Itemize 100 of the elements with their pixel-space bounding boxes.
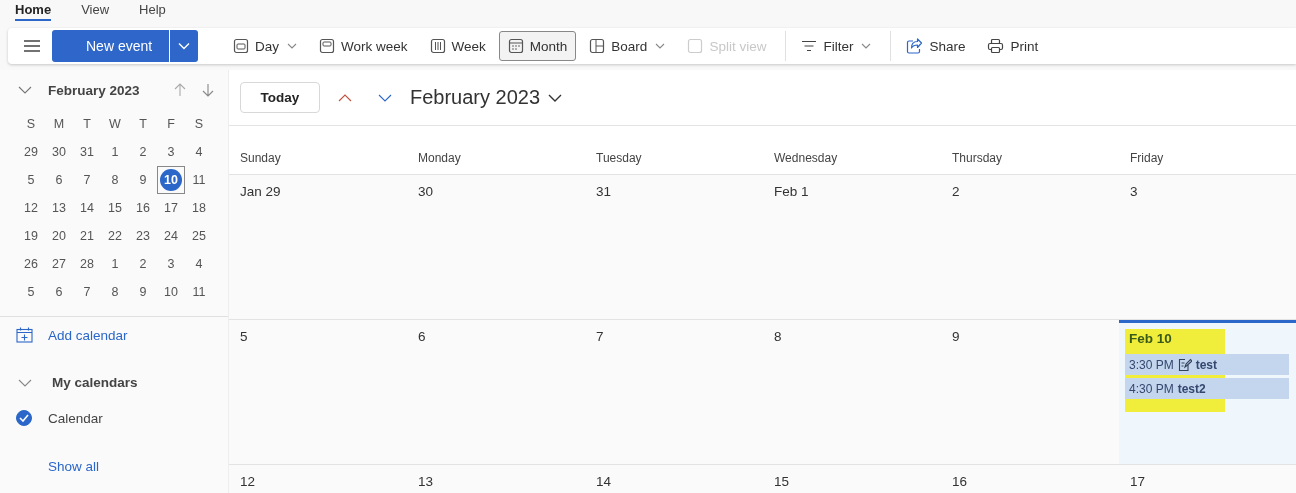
day-cell[interactable]: 12 (229, 465, 407, 493)
event-chip[interactable]: 4:30 PM test2 (1125, 378, 1289, 399)
menu-icon[interactable] (24, 40, 40, 52)
date-cell[interactable]: 8 (101, 278, 129, 306)
add-calendar-link[interactable]: Add calendar (16, 327, 128, 343)
day-cell[interactable]: 17 (1119, 465, 1296, 493)
day-cell[interactable]: 16 (941, 465, 1119, 493)
date-cell[interactable]: 3 (157, 138, 185, 166)
date-cell[interactable]: 6 (45, 278, 73, 306)
day-cell[interactable]: 2 (941, 175, 1119, 320)
weekday-label: S (193, 116, 205, 133)
date-cell[interactable]: 5 (17, 166, 45, 194)
day-cell[interactable]: 3 (1119, 175, 1296, 320)
date-cell[interactable]: 1 (101, 250, 129, 278)
weekday-label: F (166, 116, 176, 133)
date-cell[interactable]: 24 (157, 222, 185, 250)
date-cell[interactable]: 27 (45, 250, 73, 278)
date-cell[interactable]: 16 (129, 194, 157, 222)
date-cell[interactable]: 30 (45, 138, 73, 166)
date-cell[interactable]: 1 (101, 138, 129, 166)
today-button[interactable]: Today (240, 82, 320, 113)
date-label: 16 (952, 474, 969, 489)
date-cell[interactable]: 9 (129, 166, 157, 194)
chevron-up-icon[interactable] (338, 93, 352, 102)
day-cell[interactable]: 9 (941, 320, 1119, 465)
new-event-button[interactable]: New event (52, 30, 169, 62)
ribbon-tab[interactable]: Help (139, 0, 166, 21)
filter-button[interactable]: Filter (792, 31, 881, 61)
date-cell[interactable]: 11 (185, 166, 213, 194)
date-cell[interactable]: 25 (185, 222, 213, 250)
show-all-link[interactable]: Show all (48, 459, 100, 474)
day-cell[interactable]: 30 (407, 175, 585, 320)
weekday-label: M (52, 116, 66, 133)
chevron-down-icon[interactable] (378, 93, 392, 102)
date-cell[interactable]: 31 (73, 138, 101, 166)
event-chip[interactable]: 3:30 PM test (1125, 354, 1289, 375)
date-cell[interactable]: 18 (185, 194, 213, 222)
date-cell[interactable]: 2 (129, 138, 157, 166)
date-cell[interactable]: 13 (45, 194, 73, 222)
day-cell[interactable]: 31 (585, 175, 763, 320)
day-cell[interactable]: 15 (763, 465, 941, 493)
date-cell[interactable]: 9 (129, 278, 157, 306)
date-label: Feb 10 (1129, 331, 1173, 346)
view-button[interactable]: Work week (310, 31, 417, 61)
day-cell[interactable]: 13 (407, 465, 585, 493)
date-cell[interactable]: 29 (17, 138, 45, 166)
date-cell[interactable]: 23 (129, 222, 157, 250)
date-cell[interactable]: 10 (157, 166, 185, 194)
date-cell[interactable]: 8 (101, 166, 129, 194)
share-button[interactable]: Share (897, 31, 975, 61)
view-icon (319, 38, 335, 54)
date-cell[interactable]: 26 (17, 250, 45, 278)
view-button[interactable]: Week (420, 31, 495, 61)
date-cell[interactable]: 19 (17, 222, 45, 250)
date-cell[interactable]: 28 (73, 250, 101, 278)
date-cell[interactable]: 12 (17, 194, 45, 222)
ribbon-tab[interactable]: View (81, 0, 110, 21)
day-cell[interactable]: 6 (407, 320, 585, 465)
ribbon-tab[interactable]: Home (15, 0, 52, 21)
date-cell[interactable]: 7 (73, 278, 101, 306)
date-cell[interactable]: 10 (157, 278, 185, 306)
date-cell[interactable]: 17 (157, 194, 185, 222)
date-cell[interactable]: 4 (185, 138, 213, 166)
day-cell[interactable]: Feb 1 (763, 175, 941, 320)
day-cell[interactable]: Jan 29 (229, 175, 407, 320)
today-cell[interactable]: Feb 10 3:30 PM test 4:30 PM test2 (1119, 320, 1296, 465)
dropdown-button[interactable] (170, 30, 198, 62)
date-cell[interactable]: 7 (73, 166, 101, 194)
day-cell[interactable]: 5 (229, 320, 407, 465)
view-button[interactable]: Month (498, 31, 577, 61)
section-header[interactable]: My calendars (18, 375, 138, 390)
day-cell[interactable]: 14 (585, 465, 763, 493)
date-cell[interactable]: 2 (129, 250, 157, 278)
date-cell[interactable]: 4 (185, 250, 213, 278)
day-cell[interactable]: 7 (585, 320, 763, 465)
calendar-name[interactable]: Calendar (48, 410, 103, 426)
view-button[interactable]: Board (580, 31, 675, 61)
view-button[interactable]: Day (224, 31, 306, 61)
date-cell[interactable]: 14 (73, 194, 101, 222)
date-cell[interactable]: 11 (185, 278, 213, 306)
event-title: test (1195, 357, 1218, 372)
month-picker[interactable]: February 2023 (410, 86, 563, 109)
view-icon (507, 38, 524, 54)
checkbox[interactable] (16, 410, 32, 426)
date-cell[interactable]: 15 (101, 194, 129, 222)
print-button[interactable]: Print (978, 31, 1048, 61)
day-cell[interactable]: 8 (763, 320, 941, 465)
date-cell[interactable]: 3 (157, 250, 185, 278)
date-cell[interactable]: 5 (17, 278, 45, 306)
date-cell[interactable]: 6 (45, 166, 73, 194)
date-cell[interactable]: 22 (101, 222, 129, 250)
weekday-label: T (82, 116, 92, 133)
date-cell[interactable]: 21 (73, 222, 101, 250)
date-cell[interactable]: 20 (45, 222, 73, 250)
calendar-add-icon (16, 327, 33, 343)
chevron-down-icon (178, 42, 190, 50)
date-label: 2 (952, 184, 961, 199)
chevron-down-icon[interactable] (18, 86, 32, 94)
arrow-down-icon[interactable] (202, 83, 214, 97)
printer-icon (987, 38, 1005, 54)
